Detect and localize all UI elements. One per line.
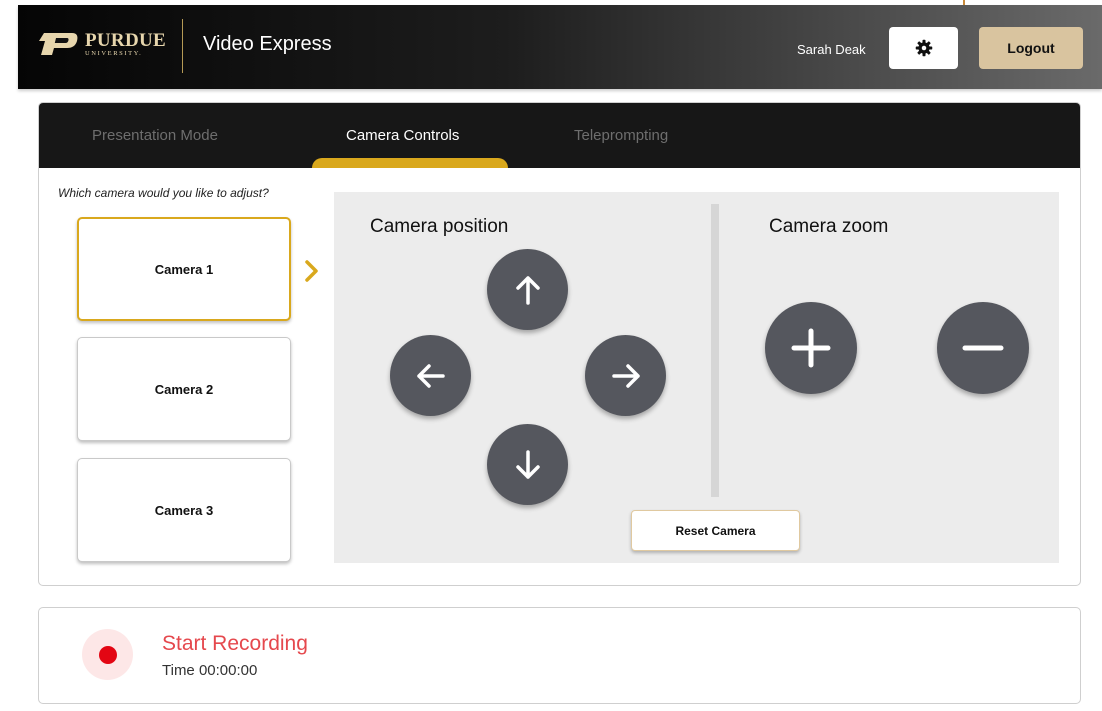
logo-subword: UNIVERSITY. xyxy=(85,50,143,57)
logout-button[interactable]: Logout xyxy=(979,27,1083,69)
reset-camera-button[interactable]: Reset Camera xyxy=(631,510,800,551)
camera-3-label: Camera 3 xyxy=(154,502,214,518)
zoom-in-button[interactable] xyxy=(765,302,857,394)
user-name: Sarah Deak xyxy=(797,42,866,57)
pan-left-button[interactable] xyxy=(390,335,471,416)
header-divider xyxy=(182,19,183,73)
gear-icon xyxy=(915,39,932,57)
purdue-logo: PURDUE UNIVERSITY. xyxy=(38,31,166,58)
pan-right-button[interactable] xyxy=(585,335,666,416)
camera-position-heading: Camera position xyxy=(370,216,509,237)
mode-tabs: Presentation Mode Camera Controls Telepr… xyxy=(39,103,1080,168)
tab-presentation-mode[interactable]: Presentation Mode xyxy=(92,127,218,144)
record-button[interactable] xyxy=(82,629,133,680)
zoom-out-button[interactable] xyxy=(937,302,1029,394)
purdue-p-icon xyxy=(39,33,78,56)
app-title: Video Express xyxy=(203,33,332,55)
top-header: PURDUE UNIVERSITY. Video Express Sarah D… xyxy=(18,5,1102,89)
tab-camera-controls[interactable]: Camera Controls xyxy=(346,127,459,144)
camera-1-label: Camera 1 xyxy=(154,261,214,277)
record-dot-icon xyxy=(98,645,117,664)
camera-1-button[interactable]: Camera 1 xyxy=(77,217,291,321)
active-tab-indicator xyxy=(312,158,508,168)
recording-card: Start Recording Time 00:00:00 xyxy=(38,607,1081,704)
pan-down-button[interactable] xyxy=(487,424,568,505)
camera-3-button[interactable]: Camera 3 xyxy=(77,458,291,562)
arrow-left-icon xyxy=(416,363,445,388)
camera-2-label: Camera 2 xyxy=(154,381,214,397)
camera-controls-panel: Camera position Camera zoom Reset Camera xyxy=(334,192,1059,563)
settings-button[interactable] xyxy=(889,27,958,69)
start-recording-label[interactable]: Start Recording xyxy=(162,632,308,656)
camera-2-button[interactable]: Camera 2 xyxy=(77,337,291,441)
minus-icon xyxy=(962,345,1004,351)
panel-divider xyxy=(711,204,719,497)
camera-controls-card: Presentation Mode Camera Controls Telepr… xyxy=(38,102,1081,586)
camera-select-prompt: Which camera would you like to adjust? xyxy=(58,186,269,200)
arrow-down-icon xyxy=(515,449,540,479)
logo-word: PURDUE xyxy=(85,30,166,51)
camera-zoom-heading: Camera zoom xyxy=(769,216,889,237)
arrow-up-icon xyxy=(515,275,540,305)
chevron-right-icon xyxy=(305,260,318,282)
arrow-right-icon xyxy=(611,363,640,388)
pan-up-button[interactable] xyxy=(487,249,568,330)
tab-teleprompting[interactable]: Teleprompting xyxy=(574,127,668,144)
recording-time: Time 00:00:00 xyxy=(162,662,258,679)
plus-icon xyxy=(791,328,831,368)
